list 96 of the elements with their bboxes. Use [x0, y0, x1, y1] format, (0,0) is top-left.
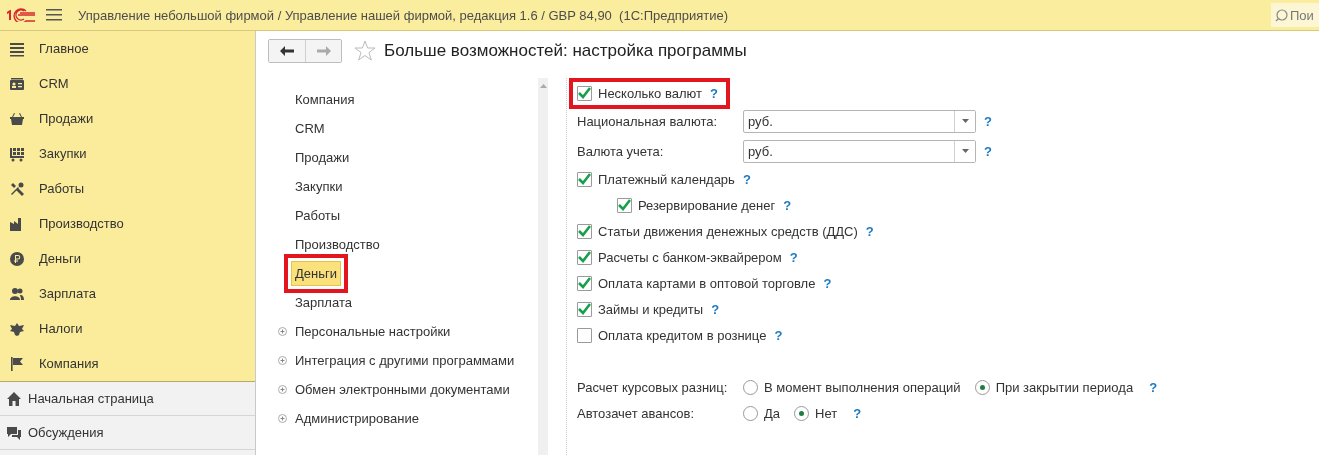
section-item[interactable]: CRM [0, 66, 255, 101]
radio-label: При закрытии периода [995, 379, 1134, 395]
menu-icon [9, 40, 25, 57]
help-link[interactable]: ? [984, 143, 992, 159]
section-item[interactable]: Главное [0, 31, 255, 66]
flag-icon [9, 355, 25, 372]
radio-label: В момент выполнения операций [764, 379, 961, 395]
field-label: Расчет курсовых разниц: [577, 379, 729, 395]
checkbox-label: Оплата картами в оптовой торговле [598, 275, 816, 291]
section-item[interactable]: Работы [0, 171, 255, 206]
radio-label: Да [764, 405, 781, 421]
radio-button[interactable] [743, 405, 758, 421]
back-button[interactable] [269, 40, 305, 62]
field-label: Автозачет авансов: [577, 405, 696, 421]
radio-dot-icon [979, 384, 985, 390]
section-item[interactable]: Продажи [0, 101, 255, 136]
help-link[interactable]: ? [984, 113, 992, 129]
currency-select[interactable]: руб. [743, 139, 976, 163]
nav-link[interactable]: Компания [291, 87, 359, 112]
dropdown-button[interactable] [954, 110, 975, 132]
radio-label: Нет [815, 405, 838, 421]
nav-link[interactable]: Персональные настройки [291, 319, 455, 344]
help-link[interactable]: ? [1149, 379, 1158, 395]
section-item[interactable]: Налоги [0, 311, 255, 346]
expand-icon[interactable] [278, 414, 287, 423]
dropdown-button[interactable] [954, 140, 975, 162]
section-item[interactable]: Производство [0, 206, 255, 241]
checkbox[interactable] [577, 249, 592, 265]
checkbox[interactable] [577, 171, 592, 187]
nav-link[interactable]: CRM [291, 116, 329, 141]
basket-icon [9, 110, 25, 127]
checkbox-label: Платежный календарь [598, 171, 735, 187]
caret-icon [961, 119, 969, 123]
ruble-coin-icon [9, 250, 25, 267]
nav-link[interactable]: Работы [291, 203, 345, 228]
help-link[interactable]: ? [853, 405, 862, 421]
currency-select[interactable]: руб. [743, 109, 976, 133]
nav-link[interactable]: Производство [291, 232, 384, 257]
people-icon [9, 285, 25, 302]
page-title: Больше возможностей: настройка программы [384, 41, 747, 61]
contact-card-icon [9, 75, 25, 92]
window-title: Управление небольшой фирмой / Управление нашей фирмой, редакция 1.6 / GBP 84,90 (1С:Предприятие) [78, 7, 730, 23]
right-arrow-icon [316, 46, 331, 56]
checkbox-label: Займы и кредиты [598, 301, 704, 317]
nav-link[interactable]: Продажи [291, 145, 354, 170]
star-icon[interactable] [354, 40, 376, 62]
field-label: Национальная валюта: [577, 113, 719, 129]
checkbox-label: Расчеты с банком-эквайрером [598, 249, 782, 265]
nav-link[interactable]: Администрирование [291, 406, 423, 431]
panel-link[interactable]: Обсуждения [0, 416, 255, 450]
section-item[interactable]: Деньги [0, 241, 255, 276]
chat-bubbles-icon [6, 424, 22, 441]
section-item[interactable]: Зарплата [0, 276, 255, 311]
help-link[interactable]: ? [774, 327, 783, 343]
help-link[interactable]: ? [742, 171, 751, 187]
nav-link[interactable]: Зарплата [291, 290, 356, 315]
menu-icon[interactable] [46, 9, 62, 21]
radio-button[interactable] [794, 405, 810, 421]
checkbox-label: Оплата кредитом в рознице [598, 327, 767, 343]
checkbox[interactable] [577, 301, 592, 317]
nav-link[interactable]: Обмен электронными документами [291, 377, 514, 402]
search-field[interactable]: Пои [1271, 3, 1319, 27]
nav-link[interactable]: Интеграция с другими программами [291, 348, 519, 373]
help-link[interactable]: ? [823, 275, 832, 291]
checkbox-label: Резервирование денег [638, 197, 776, 213]
help-link[interactable]: ? [711, 301, 720, 317]
expand-icon[interactable] [278, 356, 287, 365]
nav-link[interactable]: Закупки [291, 174, 347, 199]
section-item[interactable]: Компания [0, 346, 255, 381]
help-link[interactable]: ? [709, 85, 718, 101]
expand-icon[interactable] [278, 327, 287, 336]
help-link[interactable]: ? [789, 249, 798, 265]
home-icon [6, 390, 22, 407]
help-link[interactable]: ? [865, 223, 874, 239]
checkbox-label: Статьи движения денежных средств (ДДС) [598, 223, 858, 239]
panel-link[interactable]: Начальная страница [0, 382, 255, 416]
search-icon [1275, 8, 1288, 22]
radio-button[interactable] [974, 379, 990, 395]
checkbox[interactable] [577, 223, 592, 239]
checkbox[interactable] [577, 275, 592, 291]
field-label: Валюта учета: [577, 143, 665, 159]
checkbox[interactable] [617, 197, 632, 213]
cart-icon [9, 145, 25, 162]
help-link[interactable]: ? [783, 197, 792, 213]
checkbox-label: Несколько валют [598, 85, 702, 101]
scroll-up-icon[interactable] [539, 84, 547, 88]
checkbox[interactable] [577, 327, 592, 343]
radio-dot-icon [799, 410, 805, 416]
left-arrow-icon [280, 46, 294, 56]
logo-icon [6, 8, 36, 22]
expand-icon[interactable] [278, 385, 287, 394]
caret-icon [961, 149, 969, 153]
tools-icon [9, 180, 25, 197]
checkbox[interactable] [577, 85, 592, 101]
section-item[interactable]: Закупки [0, 136, 255, 171]
radio-button[interactable] [743, 379, 758, 395]
